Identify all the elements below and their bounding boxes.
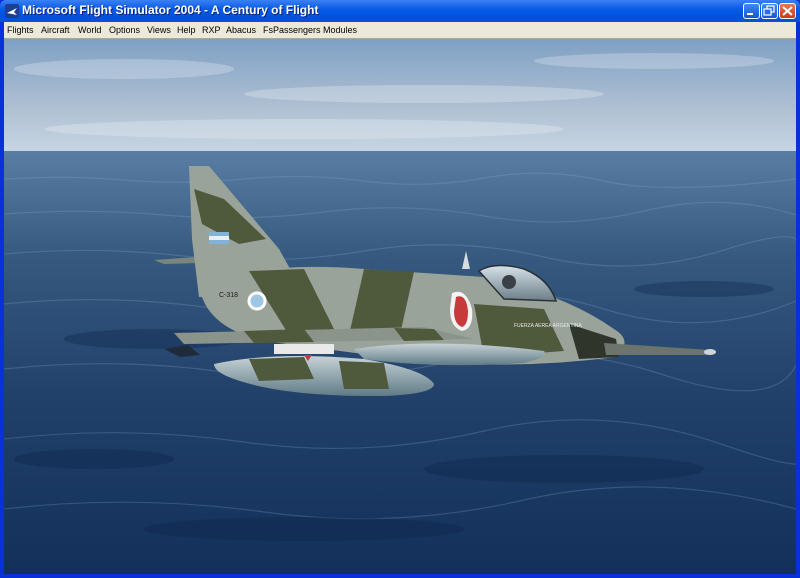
menu-rxp[interactable]: RXP [202, 23, 221, 37]
app-icon[interactable] [5, 4, 19, 18]
menu-world[interactable]: World [78, 23, 101, 37]
window-border-bottom [0, 574, 800, 578]
menu-help[interactable]: Help [177, 23, 196, 37]
close-icon [782, 6, 793, 16]
pilot-helmet [502, 275, 516, 289]
fuselage-lettering: FUERZA AEREA ARGENTINA [514, 323, 582, 329]
weapon-pylon [274, 344, 334, 354]
menu-views[interactable]: Views [147, 23, 171, 37]
menu-options[interactable]: Options [109, 23, 140, 37]
menu-flights[interactable]: Flights [7, 23, 34, 37]
menu-modules[interactable]: Modules [323, 23, 357, 37]
menu-abacus[interactable]: Abacus [226, 23, 256, 37]
menu-bar: Flights Aircraft World Options Views Hel… [4, 22, 796, 39]
minimize-icon [747, 13, 753, 15]
menu-fspassengers[interactable]: FsPassengers [263, 23, 321, 37]
window-title: Microsoft Flight Simulator 2004 - A Cent… [22, 3, 319, 17]
close-button[interactable] [779, 3, 796, 19]
app-window: Microsoft Flight Simulator 2004 - A Cent… [0, 0, 800, 578]
serial-number: C-318 [219, 292, 238, 299]
title-bar[interactable]: Microsoft Flight Simulator 2004 - A Cent… [0, 0, 800, 22]
minimize-button[interactable] [743, 3, 760, 19]
restore-button[interactable] [761, 3, 778, 19]
flight-scene: C-318 FUERZA AEREA ARGENTINA [4, 39, 796, 574]
menu-aircraft[interactable]: Aircraft [41, 23, 70, 37]
restore-icon [763, 5, 775, 16]
window-border-right [796, 22, 800, 574]
roundel [247, 291, 267, 311]
simulator-viewport[interactable]: C-318 FUERZA AEREA ARGENTINA [4, 39, 796, 574]
